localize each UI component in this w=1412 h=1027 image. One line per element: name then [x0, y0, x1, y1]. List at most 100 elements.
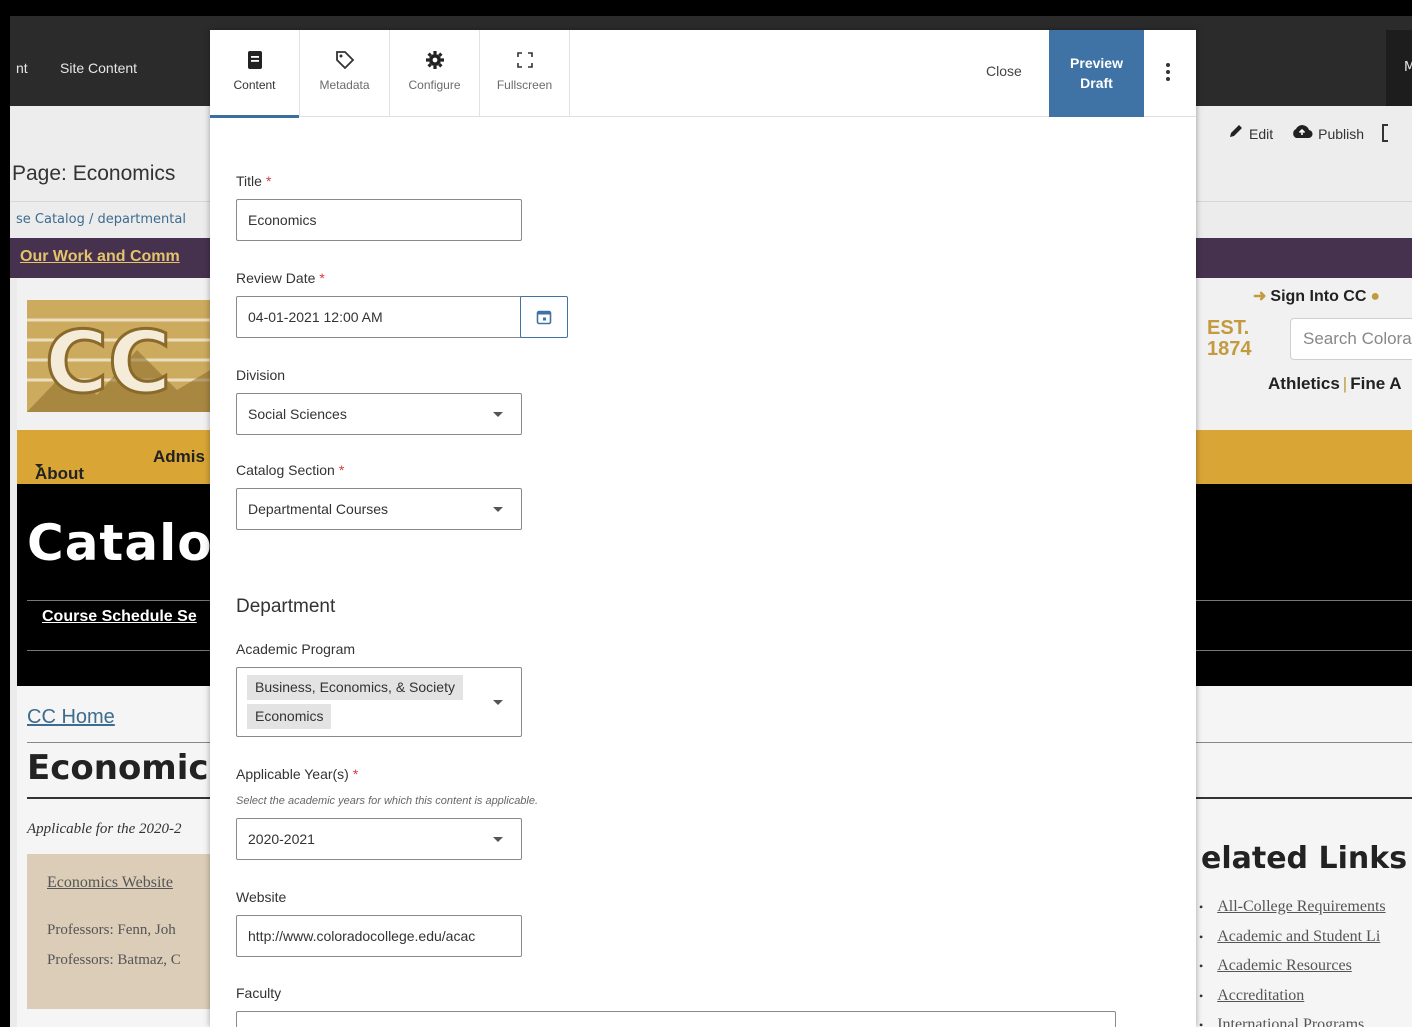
academic-program-multiselect[interactable]: Business, Economics, & Society Economics: [236, 667, 522, 737]
content-editor-modal: Content Metadata Configure Fullscreen Cl…: [210, 30, 1196, 1027]
person-icon: ●: [1370, 288, 1381, 305]
document-icon: [247, 51, 262, 69]
fine-arts-link[interactable]: Fine A: [1350, 374, 1401, 393]
division-value: Social Sciences: [248, 406, 347, 422]
tag-icon: [335, 51, 354, 70]
applicable-note: Applicable for the 2020-2: [27, 821, 182, 837]
gear-icon: [425, 51, 444, 69]
preview-draft-button[interactable]: Preview Draft: [1049, 30, 1144, 117]
tab-content[interactable]: Content: [210, 30, 300, 118]
page-actions: Edit Publish: [1228, 123, 1389, 142]
nav-admissions[interactable]: Admis: [153, 447, 205, 467]
chevron-down-icon: [493, 700, 503, 705]
academic-program-label: Academic Program: [236, 641, 356, 657]
applicable-years-help: Select the academic years for which this…: [236, 795, 539, 807]
screen: nt Site Content M Page: Economics Edit P…: [0, 0, 1412, 1027]
related-link[interactable]: All-College Requirements: [1199, 898, 1385, 928]
department-section-heading: Department: [236, 596, 336, 617]
cc-home-link[interactable]: CC Home: [27, 706, 115, 729]
announcement-link[interactable]: Our Work and Comm: [20, 248, 180, 266]
catalog-section-label: Catalog Section *: [236, 462, 345, 478]
est-badge: EST. 1874: [1207, 318, 1252, 360]
applicable-years-select[interactable]: 2020-2021: [236, 818, 522, 860]
nav-item-site-content[interactable]: Site Content: [60, 60, 137, 76]
course-schedule-link[interactable]: Course Schedule Se: [42, 608, 197, 626]
site-search-input[interactable]: Search Colora: [1290, 318, 1412, 360]
calendar-icon: [536, 310, 552, 325]
nav-item-partial[interactable]: nt: [16, 60, 28, 76]
applicable-years-value: 2020-2021: [248, 831, 315, 847]
department-info-box: Economics Website Professors: Fenn, Joh …: [27, 854, 217, 1009]
applicable-years-label: Applicable Year(s) *: [236, 766, 359, 782]
required-mark: *: [352, 766, 359, 782]
tab-label: Content: [233, 78, 276, 92]
calendar-button[interactable]: [520, 296, 568, 338]
svg-text:CC: CC: [45, 313, 171, 412]
catalog-section-select[interactable]: Departmental Courses: [236, 488, 522, 530]
draft-label: Draft: [1080, 75, 1113, 91]
related-link[interactable]: Accreditation: [1199, 987, 1386, 1017]
close-button[interactable]: Close: [986, 63, 1022, 79]
selected-chip[interactable]: Economics: [247, 704, 332, 729]
tab-label: Metadata: [319, 78, 370, 92]
required-mark: *: [319, 270, 325, 286]
breadcrumb-text[interactable]: se Catalog / departmental: [16, 212, 186, 227]
tab-configure[interactable]: Configure: [390, 30, 480, 117]
sign-in-label: Sign Into CC: [1270, 288, 1367, 305]
title-label: Title *: [236, 173, 272, 189]
professors-line: Professors: Batmaz, C: [47, 952, 181, 968]
more-options-icon[interactable]: [1161, 63, 1175, 85]
catalog-section-value: Departmental Courses: [248, 501, 389, 517]
division-select[interactable]: Social Sciences: [236, 393, 522, 435]
related-link[interactable]: Academic and Student Li: [1199, 928, 1386, 958]
tab-label: Configure: [408, 78, 461, 92]
publish-action[interactable]: Publish: [1291, 123, 1364, 142]
related-links-heading: elated Links: [1201, 841, 1408, 876]
user-menu-area[interactable]: M: [1386, 30, 1412, 106]
title-input[interactable]: Economics: [236, 199, 522, 241]
required-mark: *: [265, 173, 272, 189]
logo-graphic: CC: [27, 300, 227, 412]
faculty-input[interactable]: [236, 1011, 1116, 1027]
tab-fullscreen[interactable]: Fullscreen: [480, 30, 570, 117]
faculty-label: Faculty: [236, 985, 282, 1001]
user-menu-fragment[interactable]: M: [1404, 60, 1412, 75]
department-title: Economic: [27, 748, 209, 788]
edit-label: Edit: [1249, 126, 1274, 142]
sign-in-link[interactable]: ➜ Sign Into CC ●: [1253, 286, 1380, 306]
est-year: 1874: [1207, 338, 1252, 360]
editor-toolbar: Content Metadata Configure Fullscreen Cl…: [210, 30, 1196, 118]
chevron-down-icon: [35, 464, 43, 468]
edit-action[interactable]: Edit: [1228, 123, 1273, 142]
related-links-list: All-College Requirements Academic and St…: [1199, 898, 1386, 1027]
page-title: Page: Economics: [12, 162, 176, 185]
professors-line: Professors: Fenn, Joh: [47, 922, 176, 938]
review-date-label: Review Date *: [236, 270, 325, 286]
preview-label: Preview: [1070, 55, 1123, 71]
tab-metadata[interactable]: Metadata: [300, 30, 390, 117]
required-mark: *: [338, 462, 345, 478]
economics-website-link[interactable]: Economics Website: [47, 874, 173, 892]
chevron-down-icon: [493, 507, 503, 512]
website-input[interactable]: http://www.coloradocollege.edu/acac: [236, 915, 522, 957]
tab-label: Fullscreen: [496, 78, 553, 92]
review-date-input[interactable]: 04-01-2021 12:00 AM: [236, 296, 522, 338]
more-action-fragment[interactable]: [1382, 123, 1389, 142]
utility-links: Athletics | Fine A: [1268, 374, 1402, 394]
chevron-down-icon: [493, 412, 503, 417]
cloud-upload-icon: [1293, 125, 1313, 139]
sign-in-icon: ➜: [1253, 288, 1267, 305]
athletics-link[interactable]: Athletics: [1268, 374, 1340, 393]
expand-icon: [516, 52, 533, 68]
publish-label: Publish: [1318, 126, 1365, 142]
website-label: Website: [236, 889, 287, 905]
related-link[interactable]: Academic Resources: [1199, 957, 1386, 987]
pencil-icon: [1230, 125, 1242, 137]
chevron-down-icon: [493, 837, 503, 842]
selected-chip[interactable]: Business, Economics, & Society: [247, 675, 463, 700]
division-label: Division: [236, 367, 286, 383]
college-logo[interactable]: CC: [27, 300, 227, 412]
est-label: EST.: [1207, 317, 1250, 339]
util-separator: |: [1342, 374, 1348, 393]
related-link[interactable]: International Programs: [1199, 1016, 1386, 1027]
